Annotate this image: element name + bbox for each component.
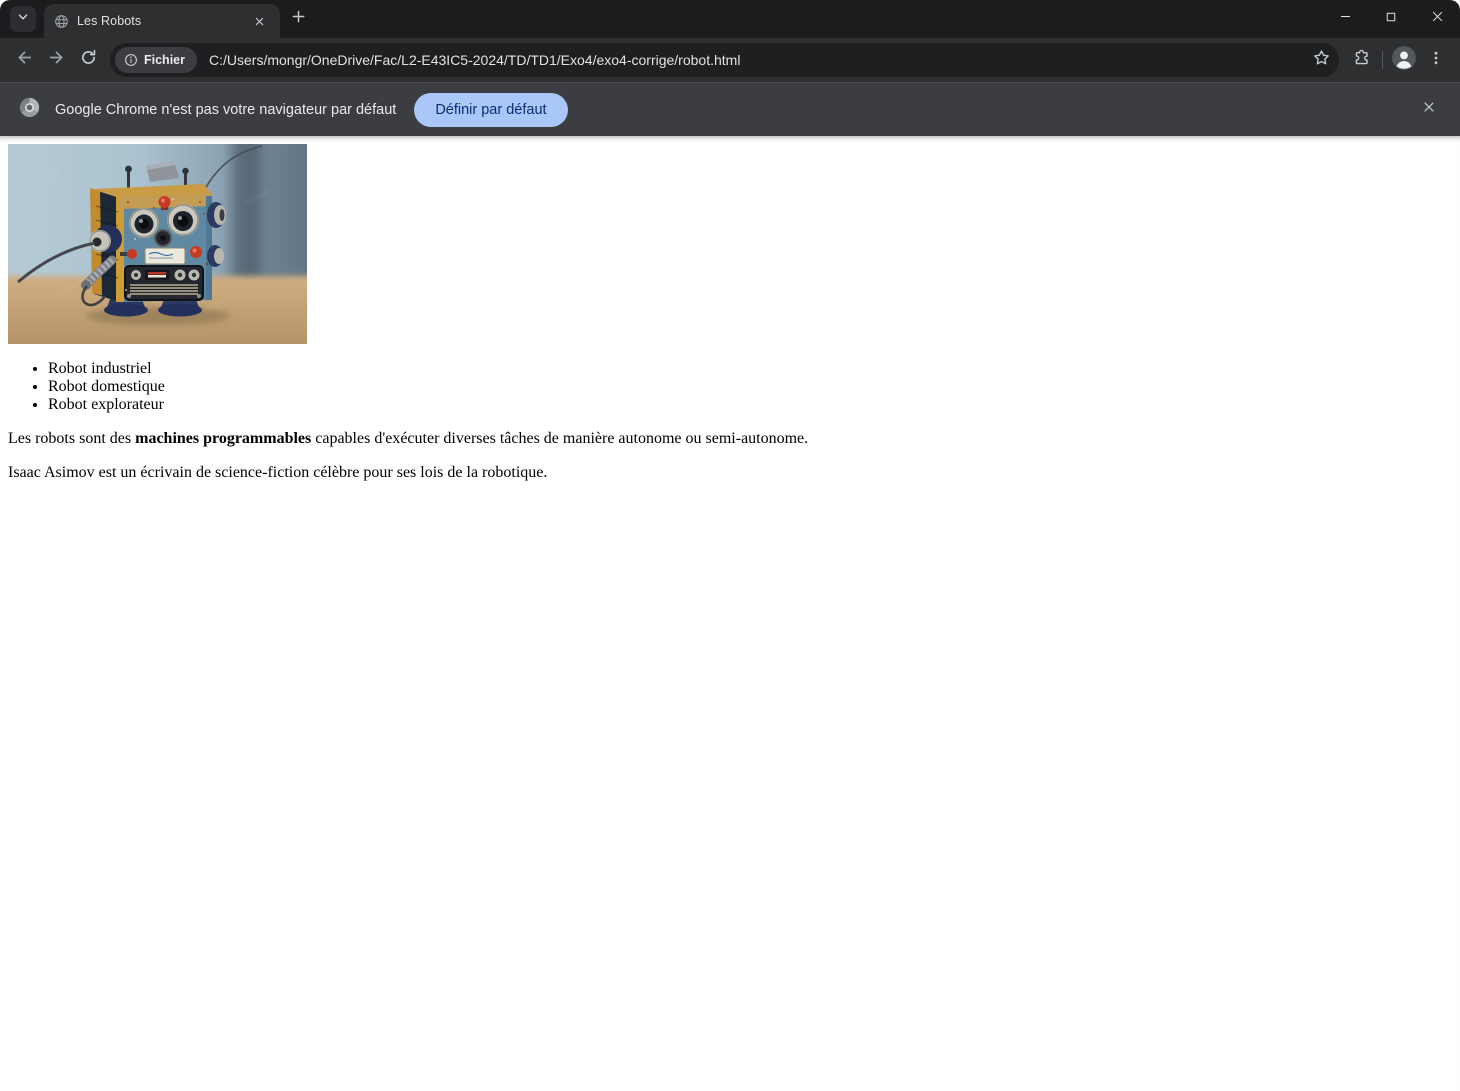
info-circle-icon [124,53,138,67]
reload-icon [80,49,97,71]
window-minimize-button[interactable] [1322,0,1368,38]
forward-button[interactable] [40,44,72,76]
new-tab-button[interactable] [284,5,312,33]
paragraph-robots: Les robots sont des machines programmabl… [8,430,1452,448]
infobar-close-button[interactable] [1414,95,1444,125]
set-default-button[interactable]: Définir par défaut [414,93,567,127]
tab-strip: Les Robots [0,0,1460,38]
list-item: Robot explorateur [48,396,1452,414]
forward-arrow-icon [48,49,65,71]
menu-button[interactable] [1420,44,1452,76]
tab-close-icon[interactable] [250,12,268,30]
chip-label: Fichier [144,53,185,67]
browser-toolbar: Fichier C:/Users/mongr/OneDrive/Fac/L2-E… [0,38,1460,82]
profile-button[interactable] [1388,44,1420,76]
default-browser-infobar: Google Chrome n'est pas votre navigateur… [0,82,1460,136]
back-button[interactable] [8,44,40,76]
star-icon [1313,49,1330,71]
robot-types-list: Robot industriel Robot domestique Robot … [8,360,1452,414]
chrome-logo-icon [18,96,41,124]
tab-title: Les Robots [77,14,250,28]
file-scheme-chip[interactable]: Fichier [115,47,197,73]
back-arrow-icon [16,49,33,71]
window-controls [1322,0,1460,38]
list-item: Robot domestique [48,378,1452,396]
page-content: © freepik © freepik © freepik © freepik [0,136,1460,1091]
globe-icon [54,14,69,29]
window-maximize-button[interactable] [1368,0,1414,38]
bookmark-button[interactable] [1307,46,1335,74]
minimize-icon [1339,10,1352,28]
close-icon [1431,10,1444,28]
list-item: Robot industriel [48,360,1452,378]
window-close-button[interactable] [1414,0,1460,38]
paragraph-text: Les robots sont des [8,430,135,447]
infobar-message: Google Chrome n'est pas votre navigateur… [55,102,396,118]
extensions-button[interactable] [1345,44,1377,76]
paragraph-bold-text: machines programmables [135,430,311,447]
plus-icon [291,9,306,29]
browser-window: Les Robots [0,0,1460,1091]
paragraph-asimov: Isaac Asimov est un écrivain de science-… [8,464,1452,482]
paragraph-text: capables d'exécuter diverses tâches de m… [311,430,808,447]
robot-radio-panel [125,266,203,300]
avatar-icon [1391,45,1417,76]
close-icon [1422,100,1436,119]
puzzle-icon [1353,49,1370,71]
tab-search-button[interactable] [10,6,36,32]
maximize-icon [1385,10,1397,28]
chevron-down-icon [16,10,30,29]
tab-les-robots[interactable]: Les Robots [44,4,280,38]
three-dot-menu-icon [1428,50,1444,71]
reload-button[interactable] [72,44,104,76]
address-bar[interactable]: Fichier C:/Users/mongr/OneDrive/Fac/L2-E… [110,43,1339,77]
toolbar-right [1345,44,1452,76]
url-text[interactable]: C:/Users/mongr/OneDrive/Fac/L2-E43IC5-20… [209,52,1307,68]
robot-photo: © freepik © freepik © freepik © freepik [8,144,307,344]
toolbar-separator [1382,51,1383,69]
